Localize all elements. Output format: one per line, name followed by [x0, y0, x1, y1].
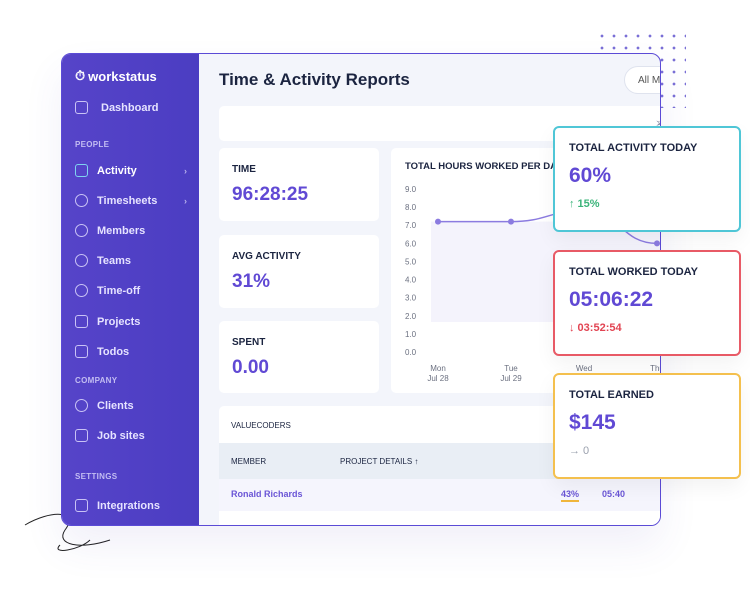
- logo-icon: ⏱: [75, 68, 86, 83]
- total-earned-card: TOTAL EARNED $145 → 0: [553, 373, 741, 479]
- page-title: Time & Activity Reports: [219, 70, 410, 89]
- pie-chart-icon: [75, 194, 88, 207]
- section-settings: SETTINGS: [75, 472, 118, 481]
- column-project-details[interactable]: PROJECT DETAILS ↑: [340, 457, 418, 466]
- checklist-icon: [75, 345, 88, 358]
- total-worked-card: TOTAL WORKED TODAY 05:06:22 ↓ 03:52:54: [553, 250, 741, 356]
- puzzle-icon: [75, 499, 88, 512]
- sidebar: ⏱ workstatus Dashboard PEOPLE Activity › T…: [62, 54, 199, 525]
- x-tick-label: Wed: [576, 364, 592, 373]
- sidebar-item-job-sites[interactable]: Job sites: [75, 429, 187, 442]
- chevron-right-icon: ›: [184, 165, 187, 176]
- y-tick-label: 7.0: [405, 221, 417, 230]
- chevron-right-icon: ›: [184, 195, 187, 206]
- building-icon: [75, 429, 88, 442]
- member-filter-button[interactable]: All Me: [624, 66, 660, 94]
- section-company: COMPANY: [75, 376, 118, 385]
- sidebar-item-members[interactable]: Members: [75, 224, 187, 237]
- y-tick-label: 3.0: [405, 294, 417, 303]
- logo: ⏱ workstatus: [75, 68, 157, 84]
- y-tick-label: 2.0: [405, 312, 417, 321]
- sidebar-item-integrations[interactable]: Integrations: [75, 499, 187, 512]
- sidebar-item-dashboard[interactable]: Dashboard: [75, 101, 187, 114]
- sidebar-item-timesheets[interactable]: Timesheets ›: [75, 194, 187, 207]
- sidebar-item-clients[interactable]: Clients: [75, 399, 187, 412]
- column-member[interactable]: MEMBER: [231, 457, 266, 466]
- x-tick-label: Jul 28: [427, 374, 449, 383]
- org-name: VALUECODERS: [231, 421, 291, 430]
- activity-delta: ↑ 15%: [569, 198, 600, 210]
- x-tick-label: Thu: [650, 364, 661, 373]
- y-tick-label: 9.0: [405, 185, 417, 194]
- data-point: [435, 218, 441, 225]
- stat-card-time: TIME 96:28:25: [219, 148, 379, 221]
- y-tick-label: 0.0: [405, 348, 417, 357]
- x-tick-label: Mon: [430, 364, 446, 373]
- x-tick-label: Tue: [504, 364, 518, 373]
- earned-delta: → 0: [569, 445, 590, 457]
- member-name[interactable]: Ronald Richards: [231, 489, 303, 499]
- sidebar-item-activity[interactable]: Activity ›: [75, 164, 187, 177]
- chart-line-icon: [75, 164, 88, 177]
- y-tick-label: 6.0: [405, 239, 417, 248]
- folder-icon: [75, 315, 88, 328]
- sidebar-item-projects[interactable]: Projects: [75, 315, 187, 328]
- stat-card-spent: SPENT 0.00: [219, 321, 379, 393]
- total-activity-card: TOTAL ACTIVITY TODAY 60% ↑ 15%: [553, 126, 741, 232]
- data-point: [508, 218, 514, 225]
- worked-delta: ↓ 03:52:54: [569, 322, 622, 334]
- data-point: [654, 240, 660, 247]
- table-row[interactable]: Ronald Richards 43% 05:40: [219, 479, 660, 511]
- dashboard-icon: [75, 101, 88, 114]
- section-people: PEOPLE: [75, 140, 110, 149]
- sidebar-item-todos[interactable]: Todos: [75, 345, 187, 358]
- y-tick-label: 1.0: [405, 330, 417, 339]
- clients-icon: [75, 399, 88, 412]
- y-tick-label: 8.0: [405, 203, 417, 212]
- user-icon: [75, 224, 88, 237]
- timer-icon: [75, 284, 88, 297]
- stat-card-avg-activity: AVG ACTIVITY 31%: [219, 235, 379, 308]
- y-tick-label: 4.0: [405, 276, 417, 285]
- x-tick-label: Jul 29: [500, 374, 522, 383]
- activity-percent: 43%: [561, 489, 580, 502]
- time-value: 05:40: [602, 489, 626, 499]
- teams-icon: [75, 254, 88, 267]
- y-tick-label: 5.0: [405, 257, 417, 266]
- sidebar-item-time-off[interactable]: Time-off: [75, 284, 187, 297]
- sidebar-item-teams[interactable]: Teams: [75, 254, 187, 267]
